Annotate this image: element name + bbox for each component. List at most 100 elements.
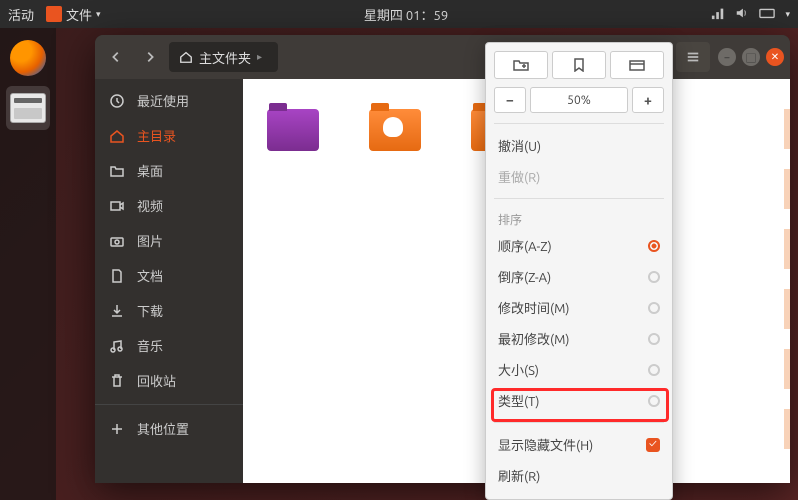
sidebar-item-recent[interactable]: 最近使用: [95, 83, 243, 118]
download-icon: [109, 303, 125, 319]
bookmark-icon: [573, 58, 585, 72]
top-panel: 活动 文件 ▾ 星期四 01：59 ▾: [0, 0, 798, 28]
sidebar-item-label: 桌面: [137, 161, 163, 180]
sidebar-item-label: 下载: [137, 301, 163, 320]
dock: [0, 28, 56, 500]
sort-option-size[interactable]: 大小(S): [494, 354, 664, 385]
sidebar-item-home[interactable]: 主目录: [95, 118, 243, 153]
folder-item[interactable]: [369, 109, 421, 151]
zoom-out-button[interactable]: −: [494, 87, 526, 113]
sidebar-item-label: 文档: [137, 266, 163, 285]
network-icon[interactable]: [711, 6, 725, 23]
files-window: 主文件夹 ▸ – ▢ ✕ 最近使用 主目录 桌面: [95, 35, 790, 483]
folder-item[interactable]: [267, 109, 319, 151]
titlebar: 主文件夹 ▸ – ▢ ✕: [95, 35, 790, 79]
minimize-button[interactable]: –: [718, 48, 736, 66]
radio-icon: [648, 364, 660, 376]
sidebar-item-label: 音乐: [137, 336, 163, 355]
location-label: 主文件夹: [199, 48, 251, 67]
sidebar-item-music[interactable]: 音乐: [95, 328, 243, 363]
view-menu-popover: − 50% + 撤消(U) 重做(R) 排序 顺序(A-Z) 倒序(Z-A) 修…: [485, 42, 673, 500]
radio-icon: [648, 271, 660, 283]
trash-icon: [109, 373, 125, 389]
hamburger-button[interactable]: [676, 42, 710, 72]
dock-files[interactable]: [6, 86, 50, 130]
sidebar-item-other[interactable]: 其他位置: [95, 411, 243, 446]
clock-icon: [109, 93, 125, 109]
menu-item-label: 类型(T): [498, 391, 539, 410]
app-menu-label: 文件: [66, 5, 92, 24]
sidebar-item-pictures[interactable]: 图片: [95, 223, 243, 258]
music-icon: [109, 338, 125, 354]
zoom-value: 50%: [530, 87, 628, 113]
activities-button[interactable]: 活动: [8, 5, 34, 24]
menu-item-label: 最初修改(M): [498, 329, 570, 348]
sort-header: 排序: [494, 205, 664, 230]
sidebar-item-documents[interactable]: 文档: [95, 258, 243, 293]
home-icon: [179, 50, 193, 64]
refresh-item[interactable]: 刷新(R): [494, 460, 664, 491]
sidebar-item-videos[interactable]: 视频: [95, 188, 243, 223]
camera-icon: [109, 233, 125, 249]
files-app-icon: [46, 6, 62, 22]
menu-item-label: 显示隐藏文件(H): [498, 435, 593, 454]
maximize-button[interactable]: ▢: [742, 48, 760, 66]
radio-icon: [648, 333, 660, 345]
firefox-icon: [10, 40, 46, 76]
menu-item-label: 顺序(A-Z): [498, 236, 552, 255]
menu-separator: [494, 422, 664, 423]
dock-firefox[interactable]: [6, 36, 50, 80]
sort-option-first-modified[interactable]: 最初修改(M): [494, 323, 664, 354]
radio-icon: [648, 240, 660, 252]
sidebar-item-desktop[interactable]: 桌面: [95, 153, 243, 188]
app-menu[interactable]: 文件 ▾: [46, 5, 101, 24]
new-folder-button[interactable]: [494, 51, 548, 79]
menu-item-label: 刷新(R): [498, 466, 540, 485]
sidebar-item-downloads[interactable]: 下载: [95, 293, 243, 328]
menu-item-label: 倒序(Z-A): [498, 267, 551, 286]
sidebar-item-label: 图片: [137, 231, 163, 250]
sidebar-item-label: 主目录: [137, 126, 176, 145]
sidebar-item-label: 回收站: [137, 371, 176, 390]
menu-item-label: 大小(S): [498, 360, 539, 379]
radio-icon: [648, 302, 660, 314]
menu-separator: [494, 123, 664, 124]
checkbox-icon: [646, 438, 660, 452]
bookmark-button[interactable]: [552, 51, 606, 79]
zoom-in-button[interactable]: +: [632, 87, 664, 113]
close-button[interactable]: ✕: [766, 48, 784, 66]
sort-option-mtime[interactable]: 修改时间(M): [494, 292, 664, 323]
sidebar-separator: [95, 404, 243, 405]
menu-item-label: 重做(R): [498, 167, 540, 186]
sort-option-za[interactable]: 倒序(Z-A): [494, 261, 664, 292]
video-icon: [109, 198, 125, 214]
home-icon: [109, 128, 125, 144]
keyboard-icon[interactable]: [759, 6, 775, 23]
menu-separator: [494, 198, 664, 199]
location-button[interactable]: 主文件夹 ▸: [169, 42, 278, 72]
back-button[interactable]: [101, 42, 131, 72]
radio-icon: [648, 395, 660, 407]
tab-icon: [629, 58, 645, 72]
volume-icon[interactable]: [735, 6, 749, 23]
menu-item-label: 撤消(U): [498, 136, 541, 155]
sort-option-az[interactable]: 顺序(A-Z): [494, 230, 664, 261]
chevron-right-icon: ▸: [257, 51, 262, 63]
show-hidden-item[interactable]: 显示隐藏文件(H): [494, 429, 664, 460]
new-folder-icon: [513, 58, 529, 72]
sidebar-item-trash[interactable]: 回收站: [95, 363, 243, 398]
forward-button[interactable]: [135, 42, 165, 72]
redo-item: 重做(R): [494, 161, 664, 192]
document-icon: [109, 268, 125, 284]
clock[interactable]: 星期四 01：59: [101, 5, 712, 24]
new-tab-button[interactable]: [610, 51, 664, 79]
system-menu-chevron-icon[interactable]: ▾: [785, 9, 790, 20]
sidebar-item-label: 视频: [137, 196, 163, 215]
undo-item[interactable]: 撤消(U): [494, 130, 664, 161]
sort-option-type[interactable]: 类型(T): [494, 385, 664, 416]
files-icon: [10, 93, 46, 123]
sidebar-item-label: 其他位置: [137, 419, 189, 438]
sidebar: 最近使用 主目录 桌面 视频 图片 文档: [95, 79, 243, 483]
sidebar-item-label: 最近使用: [137, 91, 189, 110]
menu-item-label: 修改时间(M): [498, 298, 570, 317]
